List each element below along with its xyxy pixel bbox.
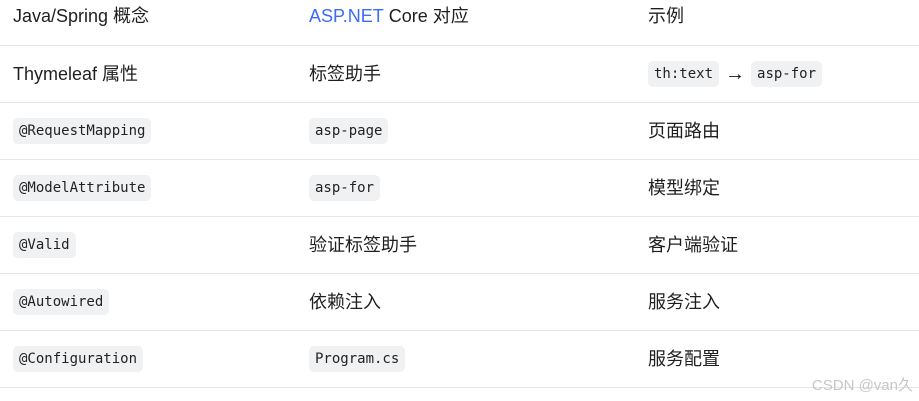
row-example: 模型绑定 [648,178,720,198]
code-autowired: @Autowired [13,288,110,316]
row-equivalent: 依赖注入 [309,292,381,312]
code-request-mapping: @RequestMapping [13,117,152,145]
code-configuration: @Configuration [13,345,144,373]
row-example: 服务注入 [648,292,720,312]
table-row: @Valid 验证标签助手 客户端验证 [0,217,919,274]
header-col2-rest: Core 对应 [383,6,469,26]
code-model-attribute: @ModelAttribute [13,174,152,202]
row-concept: @Autowired [13,274,110,330]
row-equivalent: asp-for [309,160,381,216]
row-equivalent: 验证标签助手 [309,235,417,255]
row-equivalent: Program.cs [309,331,406,387]
row-concept: @Valid [13,217,76,273]
header-aspnet-core-equivalent: ASP.NET Core 对应 [309,0,469,45]
row-example: 客户端验证 [648,235,738,255]
row-equivalent: asp-page [309,103,389,159]
header-java-spring-concept: Java/Spring 概念 [13,6,150,26]
row-concept: @ModelAttribute [13,160,152,216]
row-equivalent: 标签助手 [309,64,381,84]
watermark: CSDN @van久 [811,377,913,394]
mapping-table: Java/Spring 概念 ASP.NET Core 对应 示例 Thymel… [0,0,919,388]
table-row: @Configuration Program.cs 服务配置 [0,331,919,388]
code-asp-for: asp-for [309,174,381,202]
table-row: Thymeleaf 属性 标签助手 th:text → asp-for [0,46,919,103]
table-row: @ModelAttribute asp-for 模型绑定 [0,160,919,217]
row-concept: @RequestMapping [13,103,152,159]
row-example: 页面路由 [648,121,720,141]
row-example: th:text → asp-for [648,46,823,102]
aspnet-link[interactable]: ASP.NET [309,7,384,25]
arrow-icon: → [725,63,746,85]
header-example: 示例 [648,6,684,26]
code-asp-for: asp-for [751,60,823,88]
row-example: 服务配置 [648,349,720,369]
table-row: @RequestMapping asp-page 页面路由 [0,103,919,160]
code-valid: @Valid [13,231,76,259]
row-concept: @Configuration [13,331,144,387]
code-asp-page: asp-page [309,117,389,145]
table-header-row: Java/Spring 概念 ASP.NET Core 对应 示例 [0,0,919,46]
code-program-cs: Program.cs [309,345,406,373]
table-row: @Autowired 依赖注入 服务注入 [0,274,919,331]
row-concept: Thymeleaf 属性 [13,64,139,84]
code-th-text: th:text [648,60,720,88]
